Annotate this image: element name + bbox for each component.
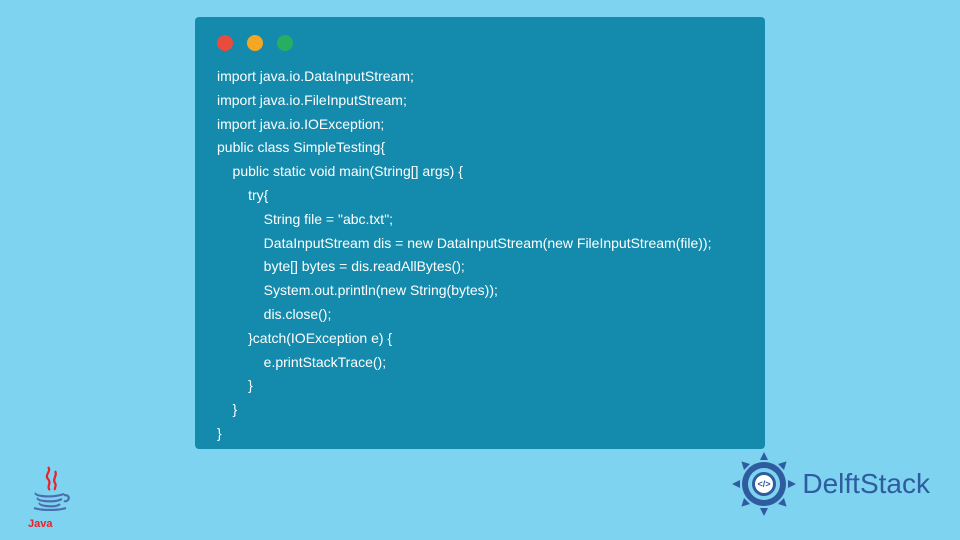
close-dot-icon	[217, 35, 233, 51]
code-window: import java.io.DataInputStream; import j…	[195, 17, 765, 449]
svg-text:</>: </>	[758, 479, 771, 489]
window-controls	[217, 35, 743, 51]
gear-icon: </>	[730, 450, 798, 518]
delftstack-logo: </> DelftStack	[730, 450, 930, 518]
delftstack-label: DelftStack	[802, 468, 930, 500]
minimize-dot-icon	[247, 35, 263, 51]
java-label: Java	[28, 518, 72, 530]
maximize-dot-icon	[277, 35, 293, 51]
code-block: import java.io.DataInputStream; import j…	[217, 65, 743, 446]
java-logo-icon: Java	[28, 465, 72, 527]
